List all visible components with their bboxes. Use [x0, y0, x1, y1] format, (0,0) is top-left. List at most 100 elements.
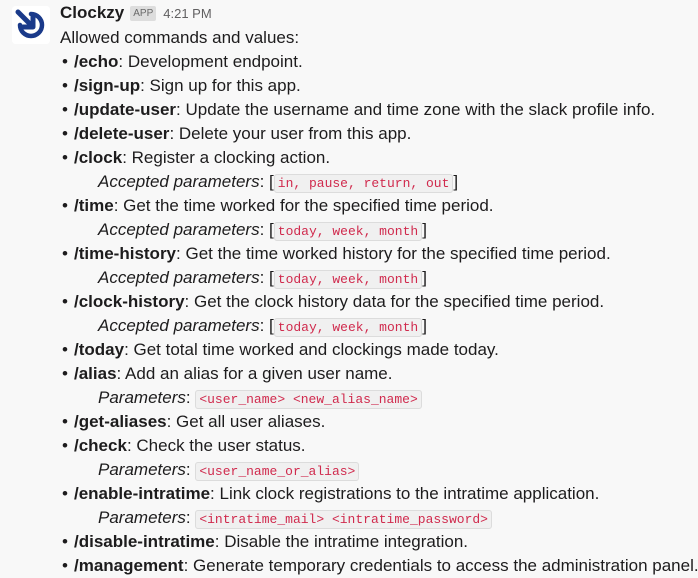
parameters-label: Parameters: [98, 460, 186, 479]
command-name: /enable-intratime: [74, 484, 211, 503]
parameters-separator: : [: [259, 268, 274, 287]
command-parameters: Accepted parameters: [today, week, month…: [60, 314, 698, 338]
command-description: : Development endpoint.: [118, 52, 303, 71]
parameters-close: ]: [453, 172, 459, 191]
parameters-code: in, pause, return, out: [273, 174, 454, 193]
command-item: • /time-history: Get the time worked hist…: [60, 242, 698, 266]
command-name: /echo: [74, 52, 119, 71]
command-name: /get-aliases: [74, 412, 167, 431]
parameters-label: Accepted parameters: [98, 268, 260, 287]
parameters-label: Accepted parameters: [98, 220, 260, 239]
slack-message: Clockzy APP 4:21 PM Allowed commands and…: [0, 0, 698, 578]
command-item: • /clock: Register a clocking action.: [60, 146, 698, 170]
parameters-separator: : [: [259, 172, 274, 191]
command-description: : Get the time worked for the specified …: [113, 196, 494, 215]
bullet-point: •: [62, 532, 68, 551]
bullet-point: •: [62, 364, 68, 383]
command-item: • /time: Get the time worked for the spec…: [60, 194, 698, 218]
command-item: • /management: Generate temporary credent…: [60, 554, 698, 578]
parameters-code: today, week, month: [273, 270, 423, 289]
command-item: • /sign-up: Sign up for this app.: [60, 74, 698, 98]
bullet-point: •: [62, 556, 68, 575]
message-timestamp[interactable]: 4:21 PM: [163, 6, 211, 21]
sender-name[interactable]: Clockzy: [60, 3, 124, 23]
app-badge: APP: [130, 5, 157, 21]
parameters-label: Accepted parameters: [98, 172, 260, 191]
bullet-point: •: [62, 76, 68, 95]
command-parameters: Parameters: <intratime_mail> <intratime_…: [60, 506, 698, 530]
command-name: /time-history: [74, 244, 177, 263]
command-name: /check: [74, 436, 127, 455]
parameters-code: <user_name> <new_alias_name>: [195, 390, 422, 409]
parameters-separator: :: [185, 388, 196, 407]
command-item: • /update-user: Update the username and t…: [60, 98, 698, 122]
bullet-point: •: [62, 196, 68, 215]
command-item: • /alias: Add an alias for a given user n…: [60, 362, 698, 386]
parameters-close: ]: [422, 268, 427, 287]
bullet-point: •: [62, 124, 68, 143]
command-name: /disable-intratime: [74, 532, 215, 551]
parameters-close: ]: [422, 220, 427, 239]
command-item: • /clock-history: Get the clock history d…: [60, 290, 698, 314]
bullet-point: •: [62, 148, 68, 167]
command-description: : Register a clocking action.: [122, 148, 331, 167]
parameters-separator: :: [185, 460, 196, 479]
command-parameters: Parameters: <user_name_or_alias>: [60, 458, 698, 482]
bullet-point: •: [62, 340, 68, 359]
parameters-code: <user_name_or_alias>: [195, 462, 360, 481]
parameters-label: Accepted parameters: [98, 316, 260, 335]
parameters-label: Parameters: [98, 508, 186, 527]
command-description: : Check the user status.: [126, 436, 306, 455]
parameters-close: ]: [422, 316, 427, 335]
bullet-point: •: [62, 244, 68, 263]
bullet-point: •: [62, 100, 68, 119]
command-description: : Disable the intratime integration.: [214, 532, 469, 551]
bullet-point: •: [62, 484, 68, 503]
command-name: /sign-up: [74, 76, 141, 95]
command-parameters: Accepted parameters: [today, week, month…: [60, 218, 698, 242]
parameters-separator: : [: [259, 316, 274, 335]
command-description: : Get total time worked and clockings ma…: [124, 340, 499, 359]
command-item: • /today: Get total time worked and clock…: [60, 338, 698, 362]
command-item: • /check: Check the user status.: [60, 434, 698, 458]
command-description: : Generate temporary credentials to acce…: [183, 556, 698, 575]
command-item: • /delete-user: Delete your user from thi…: [60, 122, 698, 146]
clockzy-logo-icon[interactable]: [12, 6, 50, 44]
command-item: • /disable-intratime: Disable the intrati…: [60, 530, 698, 554]
bullet-point: •: [62, 436, 68, 455]
message-header: Clockzy APP 4:21 PM: [60, 0, 698, 26]
message-content: Clockzy APP 4:21 PM Allowed commands and…: [60, 0, 698, 578]
command-name: /delete-user: [74, 124, 170, 143]
command-description: : Delete your user from this app.: [169, 124, 412, 143]
command-description: : Get the time worked history for the sp…: [176, 244, 611, 263]
command-description: : Get the clock history data for the spe…: [184, 292, 605, 311]
command-item: • /get-aliases: Get all user aliases.: [60, 410, 698, 434]
command-item: • /enable-intratime: Link clock registrat…: [60, 482, 698, 506]
parameters-code: today, week, month: [273, 222, 423, 241]
parameters-code: today, week, month: [273, 318, 423, 337]
message-intro: Allowed commands and values:: [60, 28, 300, 47]
command-name: /update-user: [74, 100, 177, 119]
parameters-code: <intratime_mail> <intratime_password>: [195, 510, 492, 529]
command-parameters: Accepted parameters: [in, pause, return,…: [60, 170, 698, 194]
parameters-separator: :: [185, 508, 196, 527]
command-description: : Update the username and time zone with…: [176, 100, 656, 119]
command-parameters: Parameters: <user_name> <new_alias_name>: [60, 386, 698, 410]
command-name: /clock: [74, 148, 123, 167]
bullet-point: •: [62, 412, 68, 431]
command-name: /clock-history: [74, 292, 185, 311]
command-parameters: Accepted parameters: [today, week, month…: [60, 266, 698, 290]
command-description: : Link clock registrations to the intrat…: [210, 484, 600, 503]
parameters-separator: : [: [259, 220, 274, 239]
command-description: : Add an alias for a given user name.: [116, 364, 393, 383]
command-name: /management: [74, 556, 184, 575]
command-list: •/echo: Development endpoint. •/sign-up: …: [60, 50, 698, 578]
bullet-point: •: [62, 292, 68, 311]
bullet-point: •: [62, 52, 68, 71]
command-item: • /echo: Development endpoint.: [60, 50, 698, 74]
command-description: : Sign up for this app.: [140, 76, 301, 95]
command-name: /alias: [74, 364, 117, 383]
parameters-label: Parameters: [98, 388, 186, 407]
command-name: /today: [74, 340, 125, 359]
command-description: : Get all user aliases.: [166, 412, 326, 431]
